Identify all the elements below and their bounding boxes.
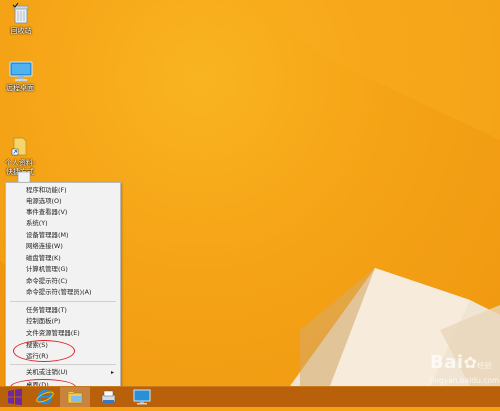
desktop-icon-recycle-bin[interactable]: 回收站 — [1, 2, 41, 36]
menu-item-label: 系统(Y) — [26, 219, 48, 227]
taskbar-file-explorer[interactable] — [60, 387, 90, 407]
menu-item-label: 命令提示符(管理员)(A) — [26, 288, 92, 296]
folder-icon — [67, 391, 83, 404]
menu-item-command-prompt[interactable]: 命令提示符(C) — [6, 276, 120, 287]
taskbar-app-printer[interactable] — [93, 387, 123, 407]
menu-item-label: 网络连接(W) — [26, 242, 63, 250]
menu-item-label: 任务管理器(T) — [26, 306, 67, 314]
menu-item-label: 命令提示符(C) — [26, 277, 68, 285]
menu-item-device-manager[interactable]: 设备管理器(M) — [6, 230, 120, 241]
folder-shortcut-icon — [9, 126, 31, 156]
taskbar-app-remote-desktop[interactable] — [127, 387, 157, 407]
menu-item-task-manager[interactable]: 任务管理器(T) — [6, 305, 120, 316]
menu-item-label: 文件资源管理器(E) — [26, 329, 80, 337]
menu-item-file-explorer[interactable]: 文件资源管理器(E) — [6, 328, 120, 339]
submenu-arrow-icon: ▸ — [110, 369, 114, 376]
baidu-watermark: Bai✿经验 jingyan.baidu.com — [430, 352, 499, 385]
menu-item-label: 事件查看器(V) — [26, 208, 68, 216]
menu-item-command-prompt-admin[interactable]: 命令提示符(管理员)(A) — [6, 287, 120, 298]
paw-logo: ✿ — [463, 353, 477, 372]
winx-context-menu: 程序和功能(F) 电源选项(O) 事件查看器(V) 系统(Y) 设备管理器(M)… — [5, 182, 121, 395]
remote-desktop-icon — [133, 389, 151, 405]
desktop-icon-label: 回收站 — [10, 27, 32, 35]
watermark-brand-suffix: 经验 — [477, 361, 492, 370]
menu-item-computer-management[interactable]: 计算机管理(G) — [6, 264, 120, 275]
taskbar-internet-explorer[interactable] — [30, 387, 60, 407]
taskbar — [0, 386, 500, 407]
menu-item-control-panel[interactable]: 控制面板(P) — [6, 316, 120, 327]
annotation-ellipse-run — [13, 340, 75, 362]
menu-item-label: 电源选项(O) — [26, 197, 62, 205]
menu-item-programs-features[interactable]: 程序和功能(F) — [6, 185, 120, 196]
menu-item-label: 程序和功能(F) — [26, 186, 67, 194]
printer-icon — [101, 390, 116, 403]
recycle-bin-icon — [10, 2, 32, 25]
menu-item-label: 计算机管理(G) — [26, 265, 68, 273]
watermark-url: jingyan.baidu.com — [430, 376, 500, 385]
watermark-brand: Bai — [430, 352, 464, 373]
menu-item-label: 磁盘管理(K) — [26, 254, 61, 262]
menu-item-system[interactable]: 系统(Y) — [6, 218, 120, 229]
menu-item-disk-management[interactable]: 磁盘管理(K) — [6, 253, 120, 264]
menu-item-power-options[interactable]: 电源选项(O) — [6, 196, 120, 207]
desktop-icon-label: 远程桌面 — [6, 84, 34, 92]
menu-separator — [10, 301, 116, 302]
menu-separator — [10, 364, 116, 365]
menu-item-label: 关机或注销(U) — [26, 368, 68, 376]
computer-monitor-icon — [9, 60, 33, 82]
windows-logo-icon — [8, 388, 22, 406]
desktop-icon-remote-desktop[interactable]: 远程桌面 — [0, 60, 40, 93]
menu-item-event-viewer[interactable]: 事件查看器(V) — [6, 207, 120, 218]
menu-item-network-connections[interactable]: 网络连接(W) — [6, 241, 120, 252]
internet-explorer-icon — [36, 389, 54, 405]
menu-item-shutdown-signout[interactable]: 关机或注销(U) ▸ — [6, 367, 120, 378]
start-button[interactable] — [0, 387, 30, 407]
menu-item-label: 设备管理器(M) — [26, 231, 69, 239]
menu-item-label: 控制面板(P) — [26, 317, 61, 325]
